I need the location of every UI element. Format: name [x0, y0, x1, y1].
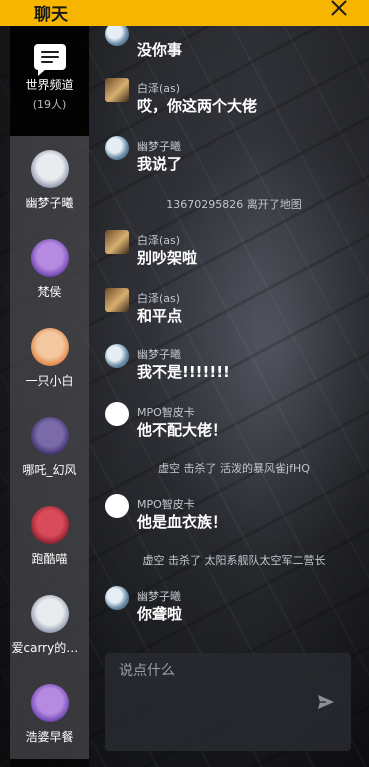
contact-avatar [30, 417, 69, 455]
contact-name: 一只小白 [25, 374, 74, 388]
contact-avatar [30, 328, 69, 366]
message-text: 别吵架啦 [137, 249, 198, 267]
sender-avatar[interactable] [105, 136, 129, 160]
sender-avatar[interactable] [105, 494, 129, 518]
message-text: 哎，你这两个大佬 [137, 97, 258, 115]
message-text: 和平点 [137, 307, 183, 325]
system-message: 虚空 击杀了 太阳系舰队太空军二营长 [142, 554, 326, 567]
message-text: 你聋啦 [137, 605, 183, 623]
message-text: 我说了 [137, 155, 183, 173]
contact-name: 跑酷喵 [31, 552, 68, 566]
contact-name: 哪吒_幻风 [22, 463, 77, 477]
sidebar-item-contact[interactable]: 浩婆早餐 [10, 670, 89, 759]
sender-name: 幽梦子曦 [137, 140, 181, 153]
world-channel-count: (19人) [32, 98, 67, 111]
send-icon[interactable] [317, 694, 335, 710]
sidebar-item-world-channel[interactable]: 世界频道 (19人) [10, 26, 89, 136]
contact-avatar [30, 150, 69, 188]
close-icon[interactable] [331, 2, 347, 18]
sender-avatar[interactable] [105, 288, 129, 312]
contact-name: 爱carry的小明 [11, 641, 88, 655]
contact-name: 幽梦子曦 [25, 196, 74, 210]
contact-avatar [30, 684, 69, 722]
chat-header: 聊天 [0, 0, 369, 26]
sender-avatar[interactable] [105, 586, 129, 610]
sender-avatar[interactable] [105, 78, 129, 102]
chat-title: 聊天 [34, 5, 68, 25]
message-text: 我不是!!!!!!! [137, 363, 230, 381]
contact-avatar [30, 595, 69, 633]
channel-sidebar: 世界频道 (19人) 幽梦子曦梵侯一只小白哪吒_幻风跑酷喵爱carry的小明 浩婆… [10, 26, 89, 767]
sidebar-item-contact[interactable]: 爱carry的小明 [10, 581, 89, 670]
sidebar-item-contact[interactable]: 跑酷喵 [10, 492, 89, 581]
sender-name: 白泽(as) [137, 82, 181, 95]
message-list: 没你事 白泽(as) 哎，你这两个大佬 幽梦子曦 我说了 13670295826 离开了地… [105, 22, 363, 646]
system-message: 虚空 击杀了 活泼的暴风雀jfHQ [158, 462, 310, 475]
sidebar-item-contact[interactable]: 幽梦子曦 [10, 136, 89, 225]
sidebar-item-contact[interactable]: 一只小白 [10, 314, 89, 403]
sender-avatar[interactable] [105, 344, 129, 368]
sidebar-item-contact[interactable]: 梵侯 [10, 225, 89, 314]
world-channel-label: 世界频道 [25, 78, 74, 92]
message-text: 他是血衣族！ [137, 513, 228, 531]
chat-input-box [105, 653, 351, 751]
contact-name: 梵侯 [37, 285, 62, 299]
sidebar-item-contact[interactable]: 哪吒_幻风 [10, 403, 89, 492]
sender-avatar[interactable] [105, 230, 129, 254]
sender-name: 白泽(as) [137, 234, 181, 247]
chat-bubble-icon [33, 44, 66, 76]
message-text: 他不配大佬！ [137, 421, 228, 439]
contact-avatar [30, 239, 69, 277]
sender-avatar[interactable] [105, 402, 129, 426]
chat-input[interactable] [119, 661, 319, 681]
contact-avatar [30, 506, 69, 544]
sender-name: MPO智皮卡 [137, 406, 195, 419]
message-text: 没你事 [137, 41, 183, 59]
sender-name: 白泽(as) [137, 292, 181, 305]
sender-name: 幽梦子曦 [137, 348, 181, 361]
contact-name: 浩婆早餐 [25, 730, 74, 744]
sender-name: 幽梦子曦 [137, 590, 181, 603]
system-message: 13670295826 离开了地图 [166, 198, 302, 211]
sender-name: MPO智皮卡 [137, 498, 195, 511]
